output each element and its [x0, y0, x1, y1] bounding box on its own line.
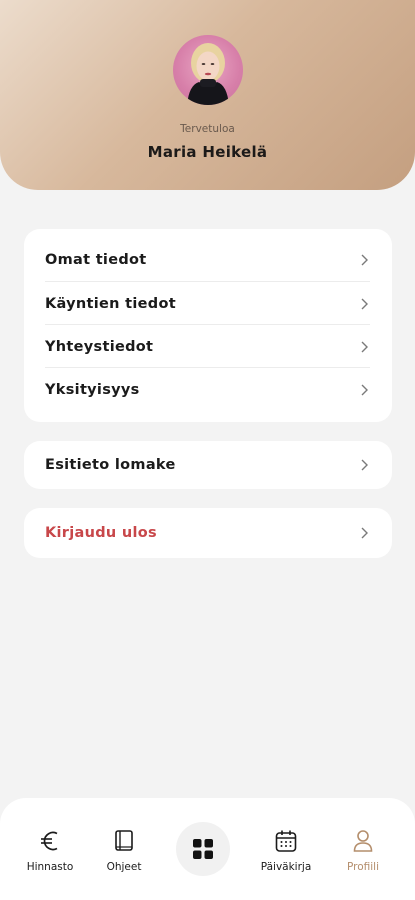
- logout-label: Kirjaudu ulos: [45, 525, 157, 541]
- user-icon: [353, 830, 373, 852]
- logout-button[interactable]: Kirjaudu ulos: [24, 508, 392, 558]
- tab-guides[interactable]: Ohjeet: [84, 826, 164, 873]
- home-grid-button[interactable]: [176, 822, 230, 876]
- menu-item-own-info[interactable]: Omat tiedot: [24, 229, 392, 282]
- user-name: Maria Heikelä: [147, 143, 268, 161]
- tab-pricing[interactable]: Hinnasto: [10, 826, 90, 873]
- chevron-right-icon: [361, 459, 368, 471]
- form-card: Esitieto lomake: [24, 441, 392, 489]
- tab-diary[interactable]: Päiväkirja: [246, 826, 326, 873]
- chevron-right-icon: [361, 527, 368, 539]
- profile-header: Tervetuloa Maria Heikelä: [0, 0, 415, 190]
- menu-item-label: Esitieto lomake: [45, 457, 176, 473]
- menu-item-label: Yhteystiedot: [45, 338, 154, 355]
- tab-label: Profiili: [346, 861, 380, 873]
- tab-profile[interactable]: Profiili: [323, 826, 403, 873]
- menu-item-label: Käyntien tiedot: [45, 295, 176, 312]
- menu-item-contact-info[interactable]: Yhteystiedot: [24, 325, 392, 368]
- calendar-icon: [275, 830, 297, 852]
- chevron-right-icon: [361, 341, 368, 352]
- menu-item-label: Yksityisyys: [45, 381, 140, 398]
- chevron-right-icon: [361, 254, 368, 266]
- chevron-right-icon: [361, 384, 368, 395]
- menu-item-pre-info-form[interactable]: Esitieto lomake: [24, 441, 392, 489]
- avatar-image: [187, 43, 229, 105]
- chevron-right-icon: [361, 298, 368, 309]
- tab-label: Päiväkirja: [260, 861, 312, 873]
- profile-menu-card: Omat tiedot Käyntien tiedot Yhteystiedot…: [24, 229, 392, 422]
- menu-item-privacy[interactable]: Yksityisyys: [24, 368, 392, 411]
- grid-icon: [193, 839, 213, 859]
- welcome-text: Tervetuloa: [180, 123, 235, 135]
- menu-item-visit-info[interactable]: Käyntien tiedot: [24, 282, 392, 325]
- menu-item-label: Omat tiedot: [45, 252, 147, 268]
- tab-label: Ohjeet: [106, 861, 142, 873]
- logout-card: Kirjaudu ulos: [24, 508, 392, 558]
- tab-label: Hinnasto: [26, 861, 74, 873]
- avatar[interactable]: [173, 35, 243, 105]
- book-icon: [115, 830, 133, 851]
- euro-icon: [41, 831, 58, 851]
